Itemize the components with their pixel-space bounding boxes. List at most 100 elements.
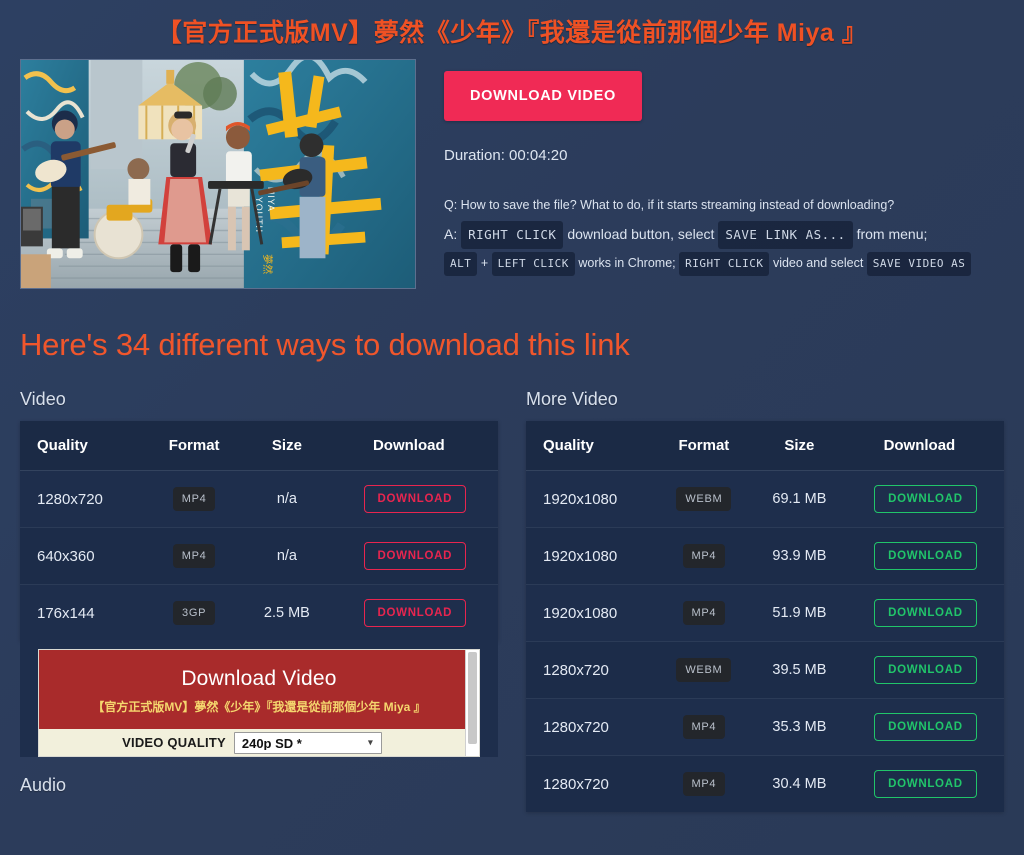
download-link[interactable]: DOWNLOAD (874, 485, 977, 513)
table-row: 1280x720 MP4 35.3 MB DOWNLOAD (526, 698, 1004, 756)
cell-download: DOWNLOAD (846, 527, 1004, 585)
cell-quality: 1280x720 (526, 698, 656, 756)
table-row: 1280x720 MP4 n/a DOWNLOAD (20, 470, 498, 528)
faq-answer-line-1: A: RIGHT CLICK download button, select S… (444, 220, 1004, 249)
column-more-video: More Video Quality Format Size Download … (526, 389, 1004, 812)
table-row: 1280x720 WEBM 39.5 MB DOWNLOAD (526, 641, 1004, 699)
th-format: Format (655, 421, 752, 471)
more-video-table-head: Quality Format Size Download (526, 421, 1004, 471)
embedded-download-widget[interactable]: Download Video 【官方正式版MV】夢然《少年》『我還是從前那個少年… (38, 649, 480, 757)
faq-answer-prefix: A: (444, 225, 458, 242)
cell-size: 30.4 MB (751, 755, 847, 812)
format-badge: MP4 (172, 487, 216, 511)
th-size: Size (751, 421, 847, 471)
download-link[interactable]: DOWNLOAD (874, 770, 977, 798)
kbd-left-click: LEFT CLICK (491, 251, 575, 277)
cell-quality: 176x144 (20, 584, 147, 641)
cell-format: WEBM (655, 641, 752, 699)
format-badge: WEBM (676, 658, 732, 682)
download-video-button[interactable]: DOWNLOAD VIDEO (444, 71, 642, 121)
embed-scrollbar[interactable] (465, 650, 479, 756)
hero-details: DOWNLOAD VIDEO Duration: 00:04:20 Q: How… (444, 59, 1004, 277)
page-title: 【官方正式版MV】夢然《少年》『我還是從前那個少年 Miya 』 (156, 19, 868, 47)
more-video-table-body: 1920x1080 WEBM 69.1 MB DOWNLOAD 1920x1080 MP4… (526, 470, 1004, 812)
more-video-table: Quality Format Size Download 1920x1080 WE… (526, 421, 1004, 812)
video-table-head: Quality Format Size Download (20, 421, 498, 471)
cell-download: DOWNLOAD (846, 470, 1004, 528)
cell-format: WEBM (655, 470, 752, 528)
faq-block: Q: How to save the file? What to do, if … (444, 194, 1004, 277)
table-row: 1920x1080 MP4 51.9 MB DOWNLOAD (526, 584, 1004, 642)
table-row: 1280x720 MP4 30.4 MB DOWNLOAD (526, 755, 1004, 812)
th-download: Download (846, 421, 1004, 471)
cell-size: 69.1 MB (751, 470, 847, 528)
kbd-save-video-as: SAVE VIDEO AS (866, 251, 972, 277)
cell-quality: 640x360 (20, 527, 147, 585)
format-badge: MP4 (682, 715, 726, 739)
embed-scrollbar-thumb[interactable] (468, 652, 477, 744)
kbd-right-click: RIGHT CLICK (461, 220, 564, 249)
download-link[interactable]: DOWNLOAD (874, 542, 977, 570)
kbd-save-link-as: SAVE LINK AS... (718, 220, 853, 249)
download-link[interactable]: DOWNLOAD (363, 599, 467, 627)
download-link[interactable]: DOWNLOAD (363, 485, 467, 513)
embed-quality-bar: VIDEO QUALITY 240p SD * ▾ (39, 729, 465, 756)
embed-title: Download Video (181, 667, 337, 690)
format-badge: MP4 (682, 544, 726, 568)
table-row: 176x144 3GP 2.5 MB DOWNLOAD (20, 584, 498, 641)
cell-download: DOWNLOAD (331, 584, 498, 641)
faq-question: Q: How to save the file? What to do, if … (444, 198, 895, 212)
download-link[interactable]: DOWNLOAD (874, 713, 977, 741)
download-columns: Video Quality Format Size Download 1280x… (0, 389, 1024, 812)
faq-answer-mid-2: from menu; (856, 225, 928, 242)
format-badge: 3GP (173, 601, 216, 625)
cell-size: 2.5 MB (242, 584, 332, 641)
cell-size: n/a (242, 470, 332, 528)
duration-label: Duration: 00:04:20 (444, 147, 568, 164)
embed-subtitle: 【官方正式版MV】夢然《少年》『我還是從前那個少年 Miya 』 (92, 700, 426, 714)
video-thumbnail[interactable]: YOUTH MIYA 夢然 (20, 59, 416, 289)
th-download: Download (331, 421, 498, 471)
cell-format: MP4 (655, 698, 752, 756)
format-badge: MP4 (682, 772, 726, 796)
table-row: 1920x1080 MP4 93.9 MB DOWNLOAD (526, 527, 1004, 585)
cell-quality: 1920x1080 (526, 584, 656, 642)
cell-size: 35.3 MB (751, 698, 847, 756)
cell-format: MP4 (655, 584, 752, 642)
column-video: Video Quality Format Size Download 1280x… (20, 389, 498, 796)
th-quality: Quality (20, 421, 147, 471)
faq-answer-line-2: ALT + LEFT CLICK works in Chrome; RIGHT … (444, 251, 1004, 277)
cell-download: DOWNLOAD (331, 470, 498, 528)
cell-download: DOWNLOAD (846, 641, 1004, 699)
ways-heading: Here's 34 different ways to download thi… (20, 327, 630, 362)
cell-format: 3GP (146, 584, 243, 641)
video-table-body: 1280x720 MP4 n/a DOWNLOAD 640x360 MP4 n/a DOWNL… (20, 470, 498, 641)
table-row: 1920x1080 WEBM 69.1 MB DOWNLOAD (526, 470, 1004, 528)
format-badge: WEBM (676, 487, 732, 511)
download-link[interactable]: DOWNLOAD (874, 599, 977, 627)
cell-download: DOWNLOAD (846, 584, 1004, 642)
cell-download: DOWNLOAD (331, 527, 498, 585)
format-badge: MP4 (172, 544, 216, 568)
embed-quality-label: VIDEO QUALITY (122, 735, 226, 750)
section-label-audio: Audio (20, 775, 67, 795)
table-row: 640x360 MP4 n/a DOWNLOAD (20, 527, 498, 585)
cell-quality: 1920x1080 (526, 470, 656, 528)
cell-format: MP4 (146, 470, 243, 528)
cell-size: 39.5 MB (751, 641, 847, 699)
cell-format: MP4 (146, 527, 243, 585)
embed-quality-select-wrap[interactable]: 240p SD * ▾ (233, 731, 382, 754)
svg-text:夢然: 夢然 (261, 254, 274, 274)
table-header-row: Quality Format Size Download (526, 421, 1004, 471)
th-format: Format (146, 421, 243, 471)
faq-plus: + (480, 255, 489, 270)
th-size: Size (242, 421, 332, 471)
cell-download: DOWNLOAD (846, 698, 1004, 756)
th-quality: Quality (526, 421, 656, 471)
download-link[interactable]: DOWNLOAD (363, 542, 467, 570)
download-link[interactable]: DOWNLOAD (874, 656, 977, 684)
cell-quality: 1280x720 (20, 470, 147, 528)
hero-section: YOUTH MIYA 夢然 DOWNLOAD VIDEO Duration: 0… (0, 59, 1024, 289)
video-quality-select[interactable]: 240p SD * (233, 731, 382, 754)
table-header-row: Quality Format Size Download (20, 421, 498, 471)
